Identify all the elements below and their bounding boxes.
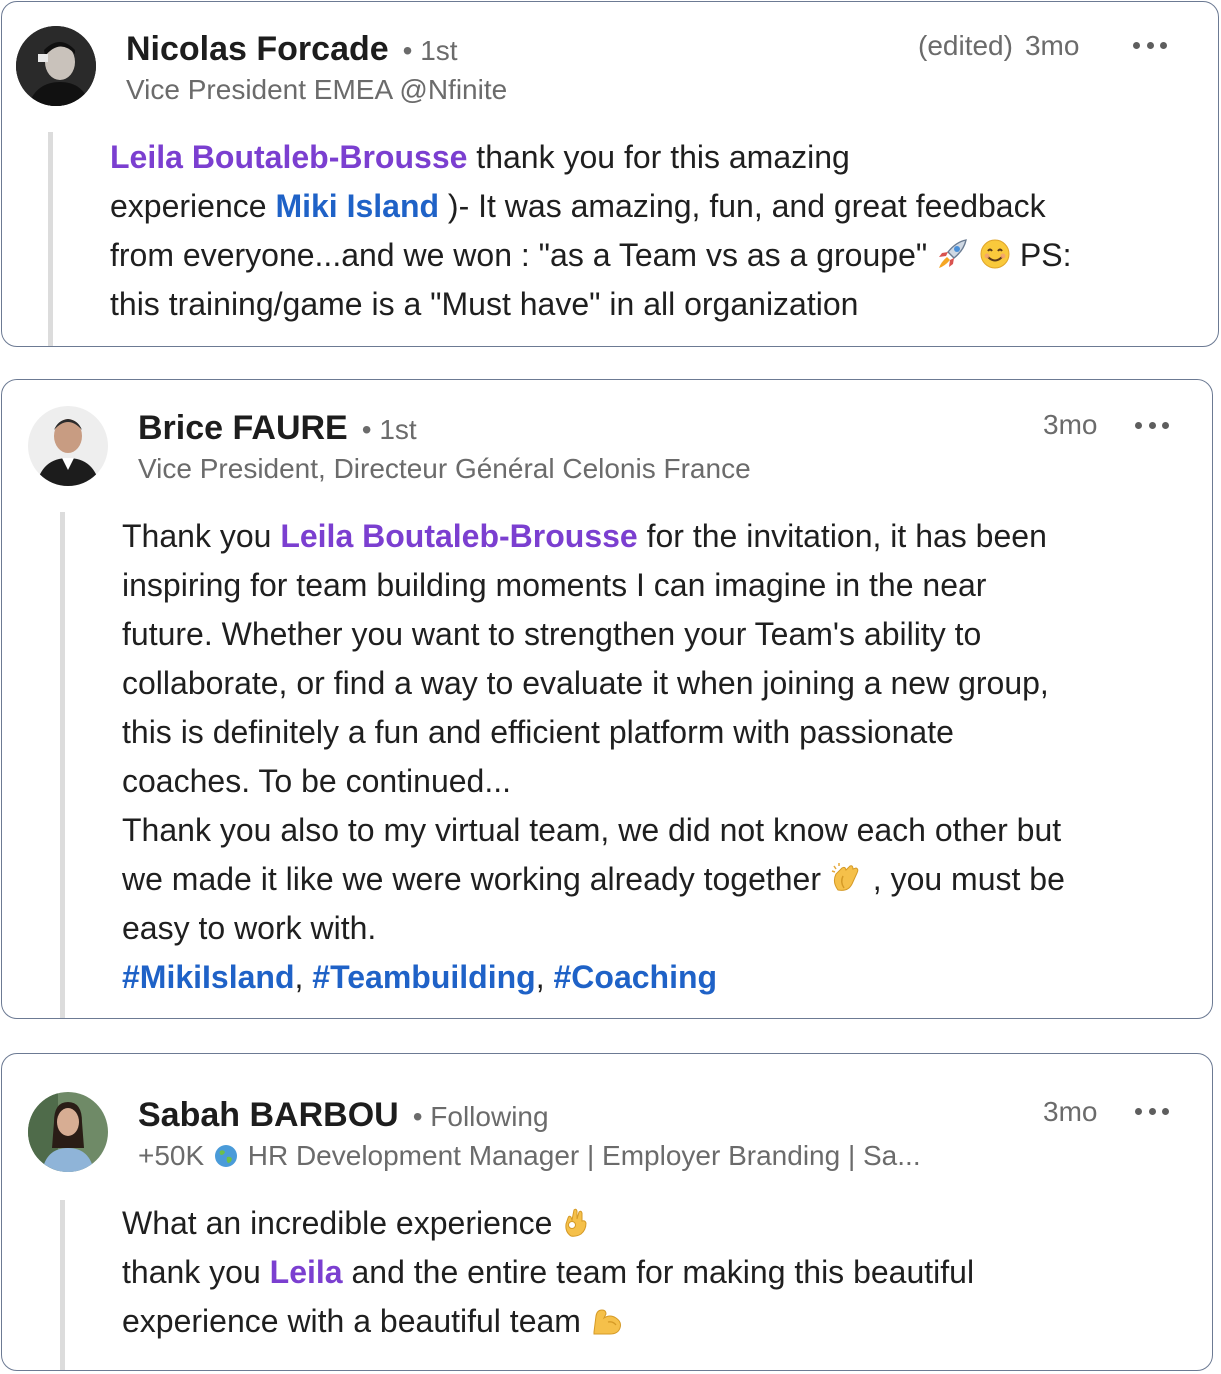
body-text: , you must be — [863, 861, 1065, 897]
separator: , — [535, 959, 554, 995]
body-text: we made it like we were working already … — [122, 861, 830, 897]
body-text: Thank you also to my virtual team, we di… — [122, 812, 1062, 848]
connection-degree: • Following — [412, 1101, 549, 1132]
avatar-photo-icon — [28, 1092, 108, 1172]
mention-link[interactable]: Leila Boutaleb-Brousse — [110, 139, 467, 175]
comment-meta: (edited) 3mo — [918, 30, 1079, 62]
body-text: thank you for this amazing — [467, 139, 850, 175]
hashtag-link[interactable]: #Teambuilding — [312, 959, 535, 995]
avatar[interactable] — [16, 26, 96, 106]
author-headline: Vice President EMEA @Nfinite — [126, 74, 508, 105]
body-text: inspiring for team building moments I ca… — [122, 567, 987, 603]
connection-degree: • 1st — [361, 414, 417, 445]
comment-body: Thank you Leila Boutaleb-Brousse for the… — [122, 512, 1202, 1002]
timestamp: 3mo — [1043, 1096, 1098, 1127]
body-text: and the entire team for making this beau… — [342, 1254, 975, 1290]
body-text: from everyone...and we won : "as a Team … — [110, 237, 937, 273]
body-text: thank you — [122, 1254, 270, 1290]
avatar-photo-icon — [16, 26, 96, 106]
hashtag-link[interactable]: #Coaching — [553, 959, 717, 995]
body-text: this training/game is a "Must have" in a… — [110, 286, 859, 322]
flexed-biceps-emoji-icon — [593, 1309, 621, 1335]
avatar-photo-icon — [28, 406, 108, 486]
headline-text: HR Development Manager | Employer Brandi… — [247, 1140, 921, 1171]
connection-degree: • 1st — [402, 35, 458, 66]
avatar[interactable] — [28, 406, 108, 486]
mention-link[interactable]: Leila — [270, 1254, 343, 1290]
hashtag-link[interactable]: #MikiIsland — [122, 959, 295, 995]
body-text: future. Whether you want to strengthen y… — [122, 616, 982, 652]
rocket-emoji-icon — [939, 239, 968, 268]
more-options-icon[interactable] — [1133, 40, 1167, 50]
edited-label: (edited) — [918, 30, 1013, 61]
body-text: easy to work with. — [122, 910, 377, 946]
author-headline: +50K HR Development Manager | Employer B… — [138, 1140, 921, 1172]
follower-count: +50K — [138, 1140, 205, 1171]
thread-line — [60, 1200, 65, 1370]
timestamp: 3mo — [1043, 409, 1098, 440]
body-text: for the invitation, it has been — [637, 518, 1047, 554]
body-text: What an incredible experience — [122, 1205, 562, 1241]
body-text: collaborate, or find a way to evaluate i… — [122, 665, 1049, 701]
author-name[interactable]: Sabah BARBOU — [138, 1096, 399, 1135]
comment-card: Brice FAURE • 1st Vice President, Direct… — [1, 379, 1213, 1019]
comment-card: Nicolas Forcade • 1st Vice President EME… — [1, 1, 1219, 347]
body-text: this is definitely a fun and efficient p… — [122, 714, 954, 750]
more-options-icon[interactable] — [1135, 1106, 1169, 1116]
body-text: coaches. To be continued... — [122, 763, 512, 799]
globe-icon — [214, 1145, 237, 1167]
author-name[interactable]: Brice FAURE — [138, 409, 348, 448]
body-text: )- It was amazing, fun, and great feedba… — [439, 188, 1046, 224]
mention-link[interactable]: Leila Boutaleb-Brousse — [280, 518, 637, 554]
comment-body: Leila Boutaleb-Brousse thank you for thi… — [110, 133, 1210, 329]
clapping-hands-emoji-icon — [831, 863, 859, 891]
ok-hand-emoji-icon — [565, 1208, 587, 1237]
body-text: experience — [110, 188, 276, 224]
more-options-icon[interactable] — [1135, 420, 1169, 430]
body-text: experience with a beautiful team — [122, 1303, 590, 1339]
separator: , — [294, 959, 313, 995]
company-link[interactable]: Miki Island — [275, 188, 439, 224]
avatar[interactable] — [28, 1092, 108, 1172]
author-name[interactable]: Nicolas Forcade — [126, 30, 389, 69]
body-text: Thank you — [122, 518, 281, 554]
smiling-face-emoji-icon — [980, 239, 1010, 269]
body-text: PS: — [1011, 237, 1072, 273]
author-headline: Vice President, Directeur Général Celoni… — [138, 453, 751, 484]
timestamp: 3mo — [1024, 30, 1080, 61]
thread-line — [60, 512, 65, 1018]
comment-body: What an incredible experience thank you … — [122, 1199, 1202, 1346]
thread-line — [48, 132, 53, 346]
comment-card: Sabah BARBOU • Following +50K HR Develop… — [1, 1053, 1213, 1371]
